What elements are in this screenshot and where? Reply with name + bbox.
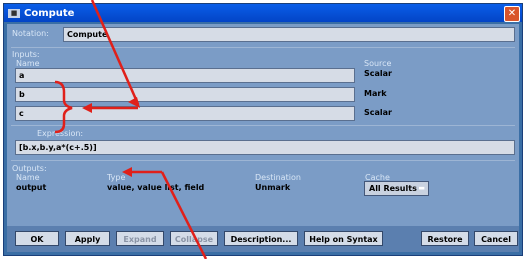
divider xyxy=(11,160,515,161)
outputs-name-header: Name xyxy=(16,173,40,182)
cancel-button[interactable]: Cancel xyxy=(474,231,518,246)
description-button[interactable]: Description... xyxy=(224,231,298,246)
app-icon: ■ xyxy=(8,8,20,18)
divider xyxy=(11,125,515,126)
input-source-c: Scalar xyxy=(364,108,392,117)
restore-button[interactable]: Restore xyxy=(421,231,469,246)
notation-label: Notation: xyxy=(12,29,49,38)
inputs-source-header: Source xyxy=(364,59,392,68)
output-destination: Unmark xyxy=(255,183,291,192)
input-name-a[interactable]: a xyxy=(15,68,355,83)
button-bar: OK Apply Expand Collapse Description... … xyxy=(7,226,519,252)
collapse-button[interactable]: Collapse xyxy=(170,231,218,246)
title-bar[interactable]: ■ Compute ✕ xyxy=(4,4,522,22)
inputs-name-header: Name xyxy=(16,59,40,68)
help-on-syntax-button[interactable]: Help on Syntax xyxy=(304,231,383,246)
cache-dropdown-value: All Results xyxy=(369,184,417,193)
input-name-c[interactable]: c xyxy=(15,106,355,121)
window-title: Compute xyxy=(24,7,75,19)
dialog-body: Notation: Compute Inputs: Name Source a … xyxy=(7,24,519,252)
expression-label: Expression: xyxy=(37,129,84,138)
outputs-destination-header: Destination xyxy=(255,173,301,182)
expression-field[interactable]: [b.x,b.y,a*(c+.5)] xyxy=(15,140,515,155)
input-source-b: Mark xyxy=(364,89,387,98)
apply-button[interactable]: Apply xyxy=(65,231,110,246)
compute-dialog: ■ Compute ✕ Notation: Compute Inputs: Na… xyxy=(3,3,523,256)
notation-field[interactable]: Compute xyxy=(63,27,515,42)
output-type: value, value list, field xyxy=(107,183,205,192)
input-source-a: Scalar xyxy=(364,69,392,78)
dropdown-arrow-icon: ▬ xyxy=(418,184,425,192)
ok-button[interactable]: OK xyxy=(15,231,59,246)
inputs-label: Inputs: xyxy=(12,50,40,59)
divider xyxy=(11,47,515,48)
expand-button[interactable]: Expand xyxy=(116,231,164,246)
close-button[interactable]: ✕ xyxy=(504,6,520,22)
outputs-label: Outputs: xyxy=(12,164,47,173)
cache-dropdown[interactable]: All Results ▬ xyxy=(364,181,429,196)
output-name: output xyxy=(16,183,47,192)
outputs-type-header: Type xyxy=(107,173,126,182)
input-name-b[interactable]: b xyxy=(15,87,355,102)
